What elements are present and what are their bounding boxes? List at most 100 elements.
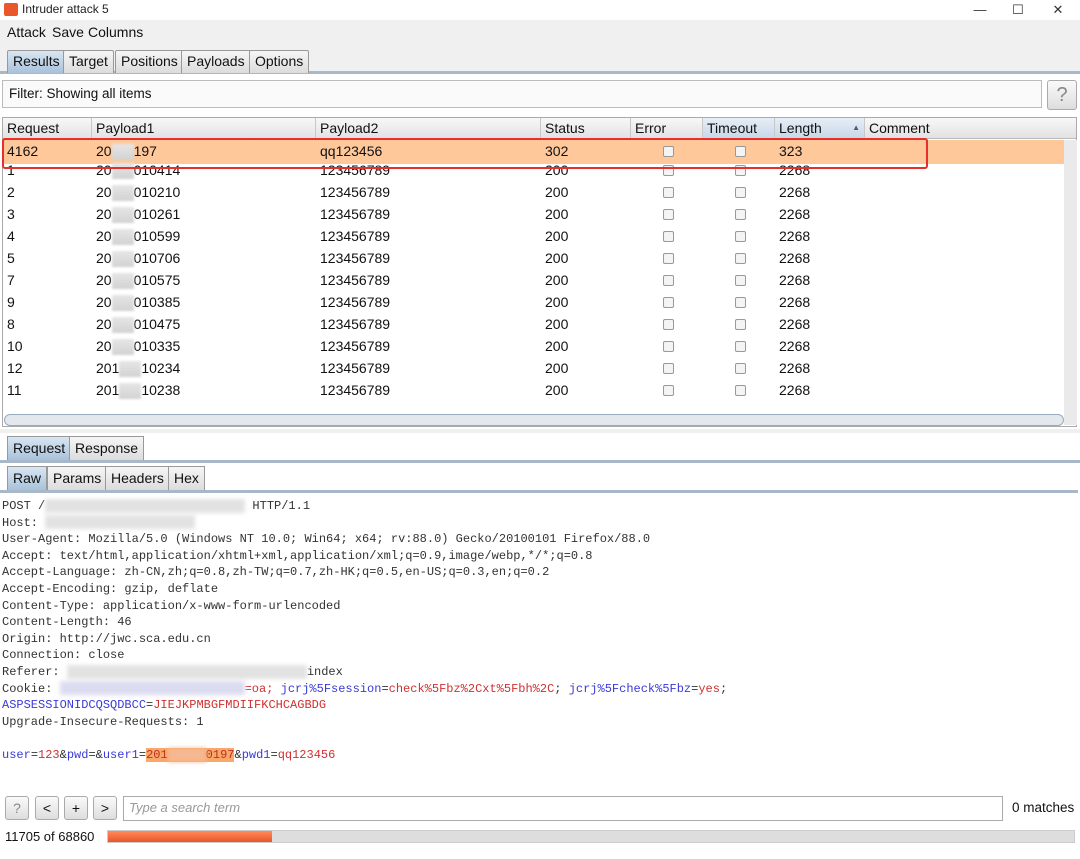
column-header-comment[interactable]: Comment (865, 118, 1076, 139)
payload1-suffix: 010335 (133, 338, 181, 354)
payload1-prefix: 20 (96, 250, 112, 266)
redacted-payload (111, 251, 134, 268)
cell-payload1: 20 010335 (96, 338, 181, 356)
tab-results[interactable]: Results (7, 50, 66, 73)
cell-payload1: 20 010599 (96, 228, 180, 246)
payload-position-1: 201 0197 (146, 747, 235, 762)
progress-fill (108, 831, 273, 842)
table-row[interactable]: 4 20 010599 123456789 200 2268 (3, 225, 1065, 247)
param-key: user (2, 747, 31, 762)
column-header-length[interactable]: Length ▲ (775, 118, 865, 139)
cell-length: 2268 (779, 206, 811, 222)
cookie-continued: ASPSESSIONIDCQSQDBCC=JIEJKPMBGFMDIIFKCHC… (2, 698, 327, 713)
menu-bar (0, 20, 1080, 46)
content-length-header: Content-Length: 46 (2, 615, 132, 630)
tab-hex[interactable]: Hex (168, 466, 205, 490)
tab-payloads[interactable]: Payloads (181, 50, 251, 73)
column-header-error[interactable]: Error (631, 118, 703, 139)
cell-length: 2268 (779, 272, 811, 288)
table-row[interactable]: 8 20 010475 123456789 200 2268 (3, 313, 1065, 335)
error-checkbox (663, 363, 674, 374)
referer-label: Referer: (2, 664, 67, 679)
cell-status: 200 (545, 206, 569, 222)
cell-payload2: 123456789 (320, 184, 391, 200)
payload1-prefix: 201 (96, 360, 120, 376)
tab-raw[interactable]: Raw (7, 466, 48, 490)
cell-payload1: 201 10238 (96, 382, 180, 400)
burp-app-icon (4, 3, 18, 16)
payload1-prefix: 20 (96, 184, 112, 200)
column-header-request[interactable]: Request (3, 118, 92, 139)
cookie-value: check%5Fbz%2Cxt%5Fbh%2C (388, 681, 555, 696)
cell-payload1: 20 010385 (96, 294, 180, 312)
menu-attack[interactable]: Attack (7, 24, 46, 40)
column-header-status[interactable]: Status (541, 118, 631, 139)
cell-length: 2268 (779, 338, 811, 354)
host-header: Host: (2, 515, 1076, 532)
timeout-checkbox (735, 319, 746, 330)
column-header-payload1[interactable]: Payload1 (92, 118, 316, 139)
payload1-prefix: 20 (96, 338, 112, 354)
search-add-button[interactable]: + (64, 796, 88, 820)
redacted-payload (111, 185, 134, 202)
redacted-payload (111, 295, 134, 312)
cookie-key: jcrj%5Fsession (280, 681, 382, 696)
redacted-payload (111, 339, 134, 356)
search-input[interactable]: Type a search term (123, 796, 1003, 821)
tab-positions[interactable]: Positions (115, 50, 184, 73)
column-header-timeout[interactable]: Timeout (703, 118, 775, 139)
cell-status: 200 (545, 250, 569, 266)
cell-request: 5 (7, 250, 15, 266)
payload-prefix: 201 (146, 747, 168, 762)
cookie-value: yes (698, 681, 720, 696)
table-row[interactable]: 11 201 10238 123456789 200 2268 (3, 379, 1065, 401)
payload1-suffix: 010575 (133, 272, 181, 288)
search-help-button[interactable]: ? (5, 796, 29, 820)
tab-target[interactable]: Target (63, 50, 114, 73)
table-row[interactable]: 2 20 010210 123456789 200 2268 (3, 181, 1065, 203)
table-row[interactable]: 9 20 010385 123456789 200 2268 (3, 291, 1065, 313)
redacted-host (45, 515, 196, 530)
table-row[interactable]: 12 201 10234 123456789 200 2268 (3, 357, 1065, 379)
table-row[interactable]: 10 20 010335 123456789 200 2268 (3, 335, 1065, 357)
cell-status: 200 (545, 228, 569, 244)
filter-help-button[interactable]: ? (1047, 80, 1077, 110)
split-divider[interactable] (0, 429, 1080, 433)
sort-ascending-icon: ▲ (852, 123, 860, 132)
tab-options[interactable]: Options (249, 50, 310, 73)
search-previous-button[interactable]: < (35, 796, 59, 820)
error-checkbox (663, 385, 674, 396)
title-bar (0, 0, 1080, 20)
column-header-payload2[interactable]: Payload2 (316, 118, 541, 139)
menu-save[interactable]: Save (52, 24, 84, 40)
content-type-header: Content-Type: application/x-www-form-url… (2, 598, 341, 613)
request-body: user=123&pwd=&user1=201 0197&pwd1=qq12345… (2, 747, 336, 762)
tab-response[interactable]: Response (69, 436, 145, 460)
raw-request-editor[interactable]: POST / HTTP/1.1 Host: User-Agent: Mozill… (0, 490, 1078, 794)
table-horizontal-scrollbar[interactable] (4, 414, 1064, 426)
timeout-checkbox (735, 341, 746, 352)
search-next-button[interactable]: > (93, 796, 117, 820)
minimize-button[interactable]: — (960, 0, 1000, 20)
cell-request: 11 (7, 382, 22, 398)
table-row[interactable]: 7 20 010575 123456789 200 2268 (3, 269, 1065, 291)
filter-bar[interactable]: Filter: Showing all items (2, 80, 1042, 108)
maximize-button[interactable]: ☐ (998, 0, 1038, 20)
timeout-checkbox (735, 297, 746, 308)
cell-request: 4 (7, 228, 15, 244)
tab-headers[interactable]: Headers (105, 466, 170, 490)
timeout-checkbox (735, 253, 746, 264)
tab-params[interactable]: Params (47, 466, 108, 490)
error-checkbox (663, 275, 674, 286)
cell-payload2: 123456789 (320, 206, 391, 222)
table-row[interactable]: 3 20 010261 123456789 200 2268 (3, 203, 1065, 225)
tab-request[interactable]: Request (7, 436, 72, 460)
cell-status: 200 (545, 360, 569, 376)
table-row[interactable]: 5 20 010706 123456789 200 2268 (3, 247, 1065, 269)
menu-columns[interactable]: Columns (88, 24, 143, 40)
accept-encoding-header: Accept-Encoding: gzip, deflate (2, 581, 219, 596)
close-button[interactable]: ✕ (1038, 0, 1078, 20)
redacted-payload (111, 317, 134, 334)
payload1-suffix: 10234 (141, 360, 181, 376)
table-vertical-scrollbar[interactable] (1064, 140, 1077, 425)
